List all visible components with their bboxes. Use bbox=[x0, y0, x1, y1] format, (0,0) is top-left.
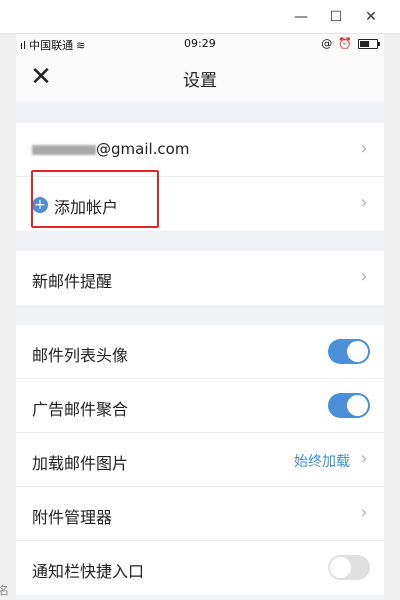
attachment-manager-row[interactable]: 附件管理器 › bbox=[16, 487, 384, 541]
notification-shortcut-row: 通知栏快捷入口 bbox=[16, 541, 384, 595]
notification-shortcut-toggle[interactable] bbox=[328, 555, 370, 580]
toggle-knob bbox=[347, 341, 368, 362]
chevron-right-icon: › bbox=[360, 138, 368, 159]
ad-aggregation-toggle[interactable] bbox=[328, 393, 370, 418]
chevron-right-icon: › bbox=[360, 192, 368, 213]
battery-icon bbox=[358, 38, 380, 49]
emulator-window-titlebar: — ☐ ✕ bbox=[0, 0, 400, 34]
avatar-list-row: 邮件列表头像 bbox=[16, 325, 384, 379]
background-right bbox=[384, 34, 400, 600]
redacted-email-prefix bbox=[32, 145, 96, 155]
chevron-right-icon: › bbox=[360, 448, 368, 469]
status-time: 09:29 bbox=[184, 37, 216, 50]
background-left: 名 bbox=[0, 34, 16, 600]
carrier-name: 中国联通 bbox=[29, 39, 74, 52]
highlight-annotation-box bbox=[31, 170, 159, 228]
avatar-list-toggle[interactable] bbox=[328, 339, 370, 364]
status-right: @ ⏰ bbox=[321, 37, 380, 50]
load-images-value: 始终加载 bbox=[294, 454, 350, 470]
new-mail-reminder-label: 新邮件提醒 bbox=[32, 272, 113, 291]
toggle-knob bbox=[330, 557, 351, 578]
ad-aggregation-label: 广告邮件聚合 bbox=[32, 400, 129, 419]
account-email-row[interactable]: @gmail.com › bbox=[16, 123, 384, 177]
background-text-fragment: 名 bbox=[0, 584, 9, 597]
status-left: ıl 中国联通 ≋ bbox=[20, 37, 85, 53]
avatar-list-label: 邮件列表头像 bbox=[32, 346, 129, 365]
page-title: 设置 bbox=[183, 71, 217, 91]
at-icon: @ bbox=[321, 37, 333, 50]
alarm-icon: ⏰ bbox=[338, 37, 352, 50]
notification-group: 新邮件提醒 › bbox=[16, 251, 384, 305]
signal-icon: ıl bbox=[20, 38, 27, 52]
toggle-knob bbox=[347, 395, 368, 416]
notification-shortcut-label: 通知栏快捷入口 bbox=[32, 562, 145, 581]
ad-aggregation-row: 广告邮件聚合 bbox=[16, 379, 384, 433]
minimize-button[interactable]: — bbox=[288, 8, 314, 26]
new-mail-reminder-row[interactable]: 新邮件提醒 › bbox=[16, 251, 384, 305]
chevron-right-icon: › bbox=[360, 502, 368, 523]
navigation-bar: ✕ 设置 bbox=[16, 54, 384, 102]
close-window-button[interactable]: ✕ bbox=[358, 8, 384, 26]
load-images-row[interactable]: 加载邮件图片 始终加载 › bbox=[16, 433, 384, 487]
phone-screen: ıl 中国联通 ≋ 09:29 @ ⏰ ✕ 设置 @gmail.com › + … bbox=[16, 34, 384, 600]
maximize-button[interactable]: ☐ bbox=[323, 8, 349, 26]
settings-group: 邮件列表头像 广告邮件聚合 加载邮件图片 始终加载 › 附件管理器 › 通知栏快… bbox=[16, 325, 384, 595]
status-bar: ıl 中国联通 ≋ 09:29 @ ⏰ bbox=[16, 34, 384, 54]
attachment-manager-label: 附件管理器 bbox=[32, 508, 113, 527]
account-email: @gmail.com bbox=[96, 140, 190, 158]
wifi-icon: ≋ bbox=[76, 38, 86, 52]
chevron-right-icon: › bbox=[360, 266, 368, 287]
load-images-label: 加载邮件图片 bbox=[32, 454, 129, 473]
